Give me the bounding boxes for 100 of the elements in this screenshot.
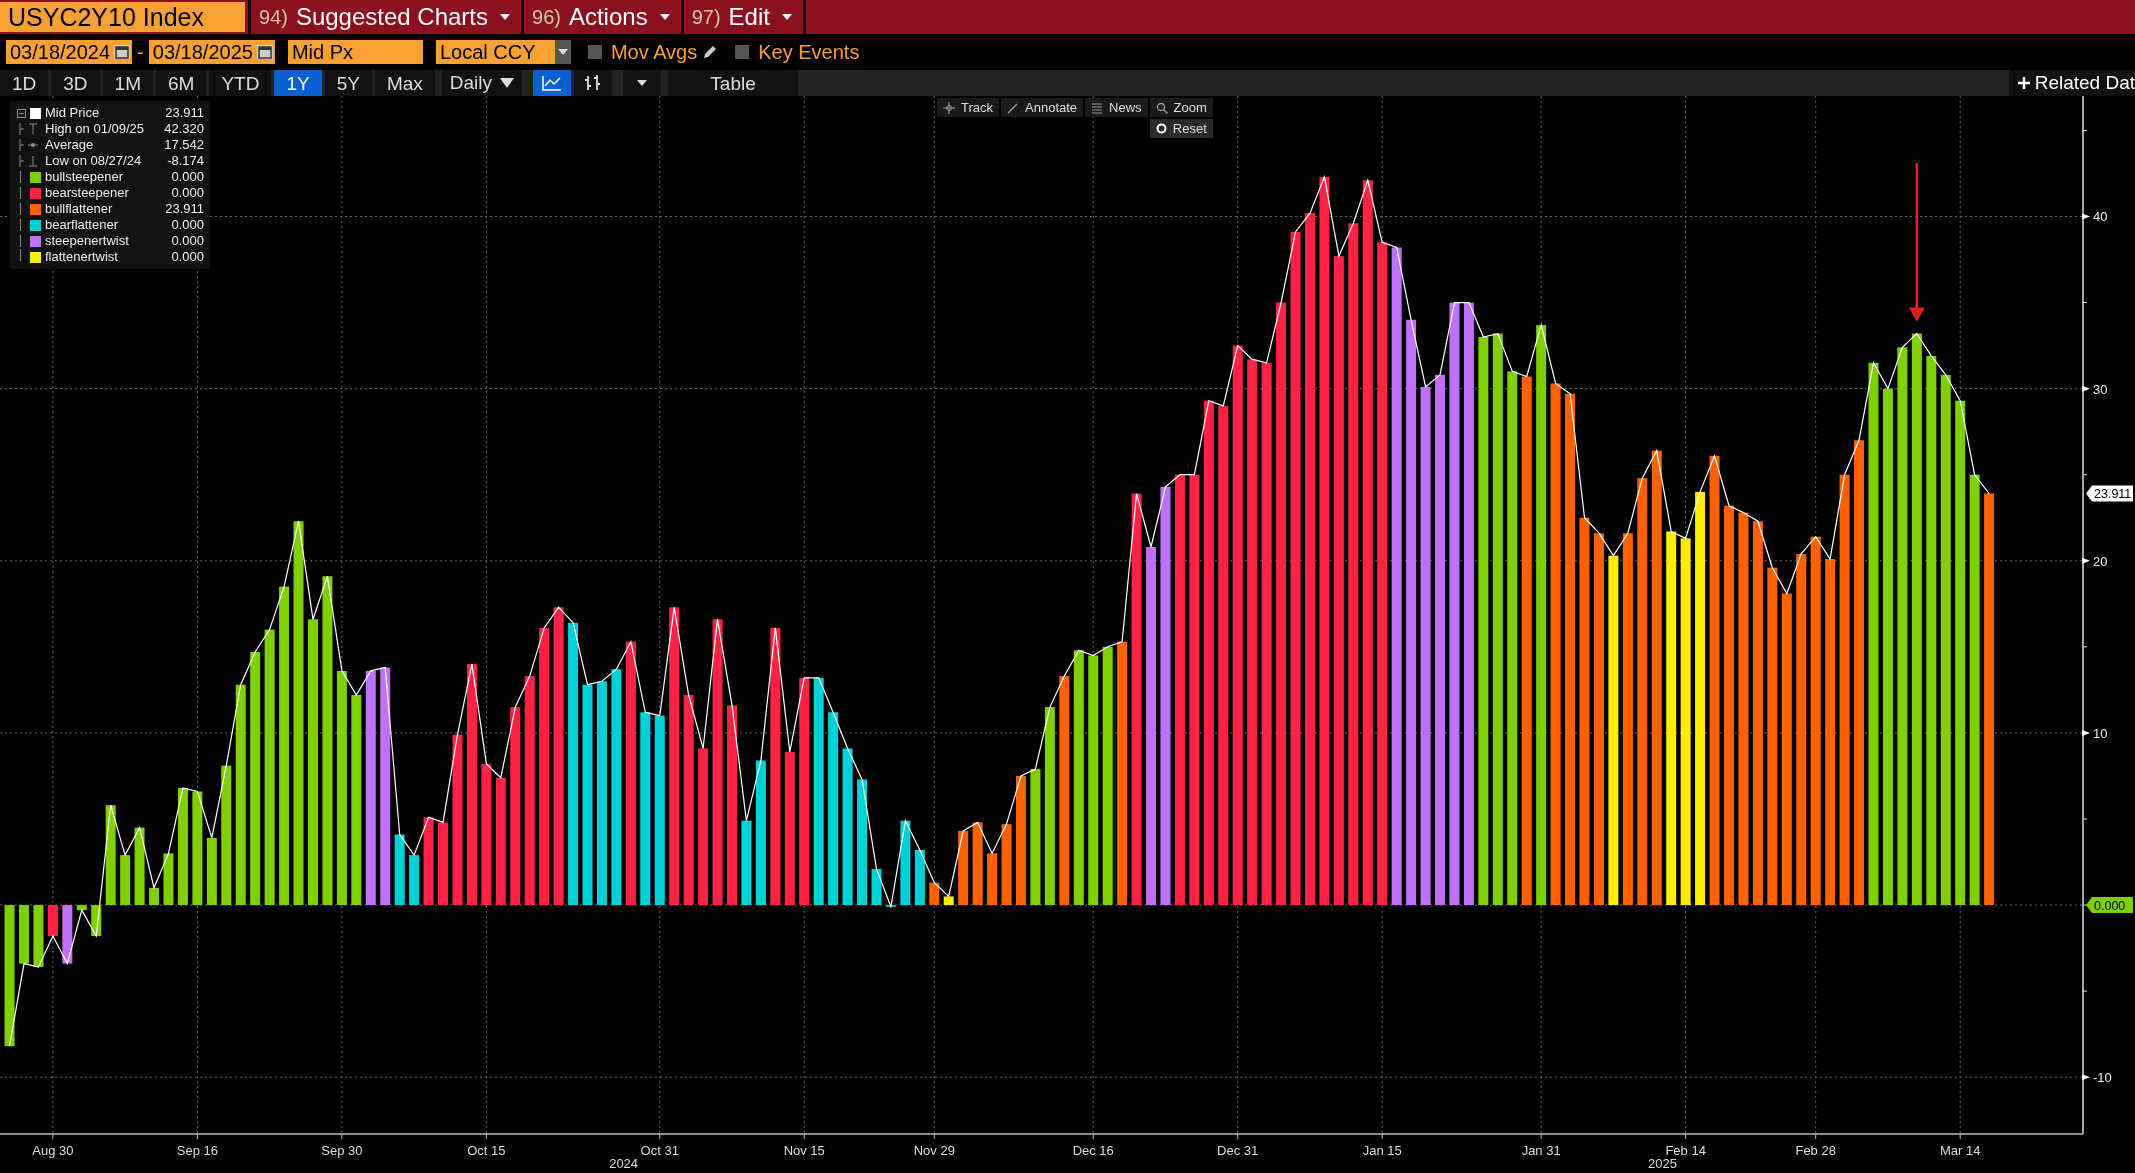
y-tick-label: 30 <box>2093 381 2108 397</box>
bar <box>871 868 882 906</box>
x-tick-label: Feb 14 <box>1665 1143 1706 1158</box>
calendar-icon <box>256 45 273 59</box>
legend-label: flattenertwist <box>45 249 119 265</box>
legend-label: bullsteepener <box>45 169 125 185</box>
legend-label: Average <box>45 137 95 153</box>
bar <box>76 905 87 911</box>
period-tab[interactable]: 1D <box>0 70 49 96</box>
year-label: 2024 <box>609 1156 639 1171</box>
checkbox[interactable] <box>735 45 750 59</box>
x-tick-label: Jan 15 <box>1362 1143 1402 1158</box>
bar <box>19 905 29 964</box>
y-tick-label: 0.000 <box>2094 898 2126 913</box>
bar <box>394 834 405 906</box>
line-chart-icon <box>541 74 564 92</box>
caret-icon <box>659 14 670 20</box>
x-tick-label: Nov 15 <box>783 1143 825 1158</box>
y-tick-label: 40 <box>2093 209 2108 225</box>
date-separator: - <box>137 40 144 65</box>
x-tick-label: Dec 16 <box>1072 1143 1114 1158</box>
search-icon <box>1155 101 1168 114</box>
legend-value: 0.000 <box>171 233 204 249</box>
bar <box>33 905 44 968</box>
bar <box>149 887 160 906</box>
tool-button[interactable]: Annotate <box>1001 98 1084 117</box>
x-tick-label: Oct 31 <box>640 1143 679 1158</box>
y-tick-label: -10 <box>2093 1070 2112 1086</box>
frequency-dropdown[interactable]: Daily <box>441 70 523 96</box>
bar <box>943 896 954 906</box>
caret-icon <box>637 80 648 86</box>
style-dropdown[interactable] <box>623 70 662 96</box>
menu-label: Edit <box>728 2 770 32</box>
field-selector[interactable]: Mid Px <box>287 40 423 64</box>
line-chart-button[interactable] <box>533 70 572 96</box>
y-tick-label: 10 <box>2093 725 2108 741</box>
legend-label: High on 01/09/25 <box>45 121 146 137</box>
tool-button[interactable]: Track <box>937 98 1000 117</box>
bar <box>47 905 58 937</box>
caret-icon <box>500 78 515 88</box>
crosshair-icon <box>943 101 955 114</box>
x-tick-label: Sep 16 <box>176 1143 218 1158</box>
period-tab[interactable]: 3D <box>51 70 100 96</box>
caret-icon <box>500 14 511 20</box>
table-button[interactable]: Table <box>668 70 799 96</box>
related-data-button[interactable]: Related Dat <box>2008 70 2135 96</box>
bar <box>409 855 420 906</box>
menu-number: 97) <box>691 5 721 30</box>
x-tick-label: Sep 30 <box>321 1143 363 1158</box>
bar <box>206 837 217 906</box>
ticker-field[interactable]: USYC2Y10 Index <box>0 2 245 32</box>
bar <box>91 905 102 937</box>
legend-value: 23.911 <box>165 105 204 121</box>
ring-icon <box>1155 123 1167 134</box>
x-tick-label: Dec 31 <box>1217 1143 1259 1158</box>
tool-button[interactable]: News <box>1085 98 1148 117</box>
list-icon <box>1091 101 1104 114</box>
y-tick-label: 20 <box>2093 553 2108 569</box>
x-tick-label: Nov 29 <box>913 1143 955 1158</box>
legend-label: Mid Price <box>45 105 101 121</box>
pen-icon <box>1007 101 1020 114</box>
checkbox[interactable] <box>587 45 602 59</box>
x-tick-label: Jan 31 <box>1521 1143 1561 1158</box>
legend-value: 0.000 <box>171 185 204 201</box>
menu-label: Actions <box>568 2 648 32</box>
legend-value: 0.000 <box>171 169 204 185</box>
last-price-tag: 23.911 <box>2086 485 2133 502</box>
tick-marker-icon <box>2082 1074 2090 1081</box>
bar <box>914 849 925 906</box>
caret-icon <box>554 40 571 64</box>
bar <box>929 882 940 906</box>
date-field[interactable]: 03/18/2024 <box>6 40 133 64</box>
bar <box>987 853 998 906</box>
legend-value: 0.000 <box>171 217 204 233</box>
period-tab[interactable]: 1Y <box>274 70 322 96</box>
period-tab[interactable]: 1M <box>102 70 153 96</box>
checkbox-label: Mov Avgs <box>610 40 698 65</box>
period-tab[interactable]: YTD <box>209 70 272 96</box>
tick-marker-icon <box>2082 557 2090 564</box>
tick-marker-icon <box>2082 385 2090 392</box>
period-tab[interactable]: 5Y <box>324 70 372 96</box>
tool-button[interactable]: Zoom <box>1149 98 1213 117</box>
menu-number: 94) <box>259 5 288 30</box>
legend-label: Low on 08/27/24 <box>45 153 143 169</box>
bar <box>62 905 73 964</box>
menu-number: 96) <box>532 5 561 30</box>
x-tick-label: Aug 30 <box>32 1143 74 1158</box>
caret-icon <box>781 14 792 20</box>
currency-dropdown[interactable]: Local CCY <box>435 40 571 64</box>
x-tick-label: Mar 14 <box>1939 1143 1981 1158</box>
date-field[interactable]: 03/18/2025 <box>148 40 275 64</box>
reset-button[interactable]: Reset <box>1149 119 1213 138</box>
legend-value: 42.320 <box>164 121 204 137</box>
legend-label: bearflattener <box>45 217 119 233</box>
menu-label: Suggested Charts <box>295 2 489 32</box>
bar-chart-button[interactable] <box>574 70 613 96</box>
tick-marker-icon <box>2082 213 2090 220</box>
period-tab[interactable]: Max <box>374 70 435 96</box>
legend-value: -8.174 <box>167 153 204 169</box>
period-tab[interactable]: 6M <box>156 70 207 96</box>
